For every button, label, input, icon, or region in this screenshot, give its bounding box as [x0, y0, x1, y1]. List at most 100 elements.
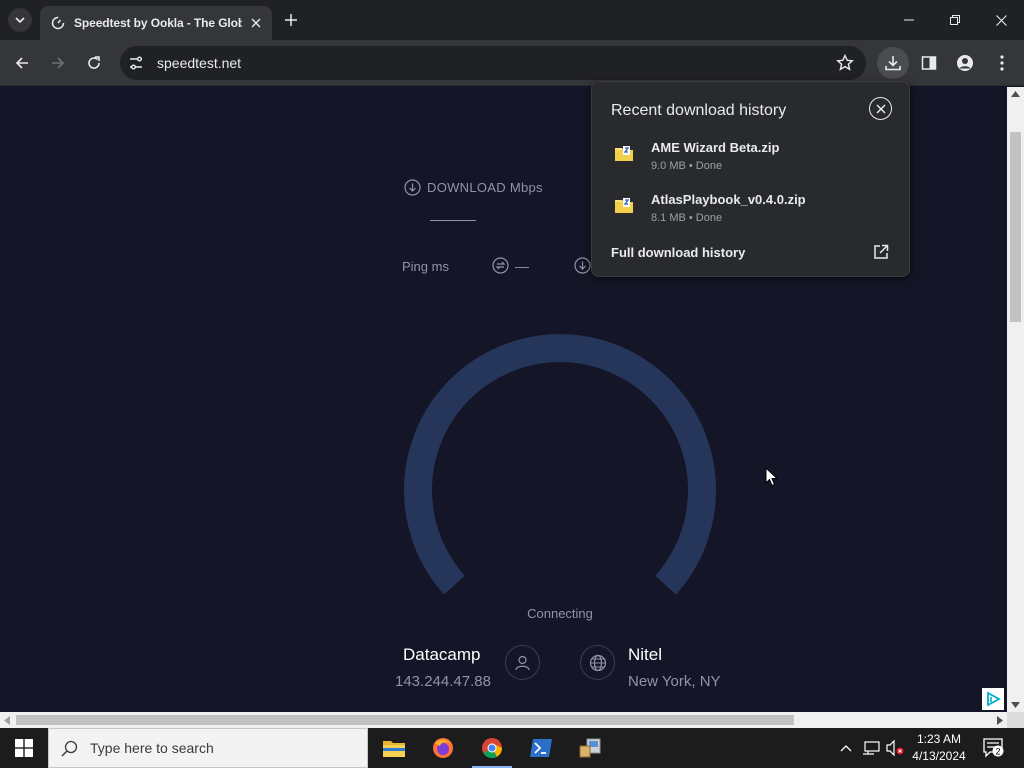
bookmark-star-icon[interactable]	[836, 54, 854, 72]
back-button[interactable]	[6, 47, 38, 79]
start-button[interactable]	[0, 728, 48, 768]
notification-center-button[interactable]: 2	[982, 736, 1004, 758]
close-window-button[interactable]	[978, 0, 1024, 40]
isp-ip-address: 143.244.47.88	[395, 673, 491, 690]
download-item[interactable]: AtlasPlaybook_v0.4.0.zip 8.1 MB • Done	[612, 192, 892, 232]
scrollbar-corner	[1007, 712, 1024, 728]
powershell-icon	[530, 739, 552, 757]
forward-button[interactable]	[42, 47, 74, 79]
download-label-text: DOWNLOAD Mbps	[427, 180, 543, 195]
side-panel-button[interactable]	[913, 47, 945, 79]
windows-taskbar: Type here to search 1:23 AM 4/13/2024 2	[0, 728, 1024, 768]
horizontal-scrollbar[interactable]	[0, 712, 1007, 728]
downloads-button[interactable]	[877, 47, 909, 79]
horizontal-scroll-thumb[interactable]	[16, 715, 794, 725]
chevron-down-icon	[15, 17, 25, 24]
chrome-taskbar-button[interactable]	[468, 728, 516, 768]
download-value-placeholder	[430, 220, 476, 221]
reload-button[interactable]	[78, 47, 110, 79]
server-location: New York, NY	[628, 673, 721, 690]
taskbar-clock[interactable]: 1:23 AM 4/13/2024	[906, 731, 972, 765]
volume-muted-icon	[886, 740, 904, 756]
speedtest-favicon-icon	[50, 15, 66, 31]
file-explorer-taskbar-button[interactable]	[370, 728, 418, 768]
speed-gauge	[404, 334, 716, 595]
zip-file-icon	[615, 198, 633, 213]
download-item[interactable]: AME Wizard Beta.zip 9.0 MB • Done	[612, 140, 892, 180]
clock-time: 1:23 AM	[916, 732, 962, 746]
close-icon	[875, 103, 886, 114]
reload-icon	[88, 56, 100, 69]
show-hidden-icons-button[interactable]	[836, 728, 856, 768]
isp-name: Datacamp	[403, 645, 481, 664]
download-circle-icon	[404, 179, 421, 196]
scroll-left-icon[interactable]	[4, 716, 10, 725]
ping-label: Ping ms	[402, 259, 449, 274]
browser-toolbar: speedtest.net	[0, 40, 1024, 86]
chevron-up-icon	[840, 745, 852, 752]
mouse-cursor-icon	[765, 467, 779, 487]
firefox-icon	[433, 738, 453, 758]
network-icon	[863, 741, 880, 755]
ping-download-value: —	[515, 257, 529, 274]
app-installer-taskbar-button[interactable]	[566, 728, 614, 768]
scroll-down-icon[interactable]	[1011, 702, 1020, 708]
ping-download-metric: —	[492, 257, 529, 274]
arrow-right-icon	[52, 57, 65, 69]
browser-tab-speedtest[interactable]: Speedtest by Ookla - The Glob	[40, 6, 272, 40]
minimize-icon	[904, 19, 914, 21]
zip-file-icon	[615, 146, 633, 161]
globe-icon[interactable]	[580, 645, 615, 680]
adchoices-icon[interactable]	[982, 688, 1004, 710]
new-tab-button[interactable]	[281, 10, 301, 30]
open-in-new-icon[interactable]	[872, 243, 890, 261]
tab-close-icon[interactable]	[248, 15, 264, 31]
windows-logo-icon	[15, 739, 33, 757]
connection-status: Connecting	[527, 606, 593, 621]
site-settings-icon[interactable]	[128, 55, 144, 71]
person-icon	[957, 55, 973, 71]
restore-button[interactable]	[932, 0, 978, 40]
popup-close-button[interactable]	[869, 97, 892, 120]
popup-title: Recent download history	[611, 102, 787, 119]
arrow-left-icon	[15, 57, 28, 69]
computer-package-icon	[579, 738, 601, 758]
idle-latency-icon	[492, 257, 509, 274]
notification-icon: 2	[983, 738, 1004, 758]
network-tray-button[interactable]	[860, 728, 882, 768]
minimize-button[interactable]	[886, 0, 932, 40]
download-circle-icon	[574, 257, 591, 274]
profile-button[interactable]	[949, 47, 981, 79]
download-file-name: AtlasPlaybook_v0.4.0.zip	[651, 192, 806, 207]
chrome-icon	[482, 738, 503, 759]
user-icon[interactable]	[505, 645, 540, 680]
address-bar[interactable]: speedtest.net	[120, 46, 866, 80]
restore-icon	[950, 15, 960, 25]
full-download-history-link[interactable]: Full download history	[611, 245, 745, 260]
vertical-scrollbar[interactable]	[1007, 87, 1024, 712]
download-file-meta: 9.0 MB • Done	[651, 160, 723, 172]
folder-icon	[383, 741, 405, 757]
server-name[interactable]: Nitel	[628, 645, 662, 665]
plus-icon	[285, 14, 297, 26]
volume-tray-button[interactable]	[884, 728, 906, 768]
browser-menu-button[interactable]	[986, 47, 1018, 79]
vertical-scroll-thumb[interactable]	[1010, 132, 1021, 322]
clock-date: 4/13/2024	[912, 749, 966, 763]
search-placeholder: Type here to search	[90, 740, 214, 756]
download-file-name: AME Wizard Beta.zip	[651, 140, 780, 155]
firefox-taskbar-button[interactable]	[419, 728, 467, 768]
powershell-taskbar-button[interactable]	[517, 728, 565, 768]
scroll-right-icon[interactable]	[997, 716, 1003, 725]
tab-title: Speedtest by Ookla - The Glob	[74, 16, 242, 30]
browser-tab-strip: Speedtest by Ookla - The Glob	[0, 0, 1024, 40]
scroll-up-icon[interactable]	[1011, 91, 1020, 97]
download-file-meta: 8.1 MB • Done	[651, 212, 723, 224]
tab-search-button[interactable]	[8, 8, 32, 32]
search-icon	[61, 740, 78, 757]
taskbar-search-box[interactable]: Type here to search	[48, 728, 368, 768]
download-history-popup: Recent download history AME Wizard Beta.…	[591, 81, 910, 277]
notification-count: 2	[995, 747, 1000, 757]
side-panel-icon	[921, 56, 937, 70]
download-metric-label: DOWNLOAD Mbps	[404, 179, 543, 196]
